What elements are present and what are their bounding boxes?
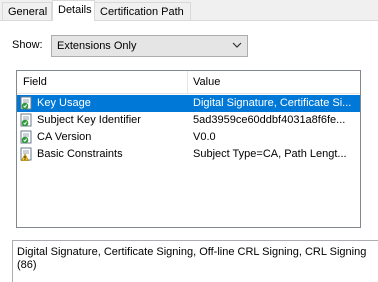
list-row-ca-version[interactable]: CA Version V0.0 <box>17 129 360 146</box>
row-value: 5ad3959ce60ddbf4031a8f6fe... <box>193 114 346 126</box>
list-header: Field Value <box>17 71 360 94</box>
row-field: Key Usage <box>37 97 91 109</box>
tab-general[interactable]: General <box>2 2 52 20</box>
tab-certification-path-label: Certification Path <box>100 6 184 18</box>
certificate-extension-icon <box>20 113 32 127</box>
fields-listview[interactable]: Field Value Key Usage Digital Signature,… <box>16 70 361 228</box>
tab-certification-path[interactable]: Certification Path <box>94 2 191 20</box>
certificate-extension-warning-icon <box>20 147 32 161</box>
show-label: Show: <box>12 39 43 51</box>
row-value: Subject Type=CA, Path Lengt... <box>193 148 347 160</box>
show-dropdown[interactable]: Extensions Only <box>51 35 248 57</box>
field-detail-textbox[interactable]: Digital Signature, Certificate Signing, … <box>12 240 378 282</box>
row-value: V0.0 <box>193 131 216 143</box>
column-divider[interactable] <box>187 71 188 93</box>
tab-general-label: General <box>8 6 48 18</box>
chevron-down-icon <box>232 42 242 48</box>
field-detail-text: Digital Signature, Certificate Signing, … <box>17 246 367 271</box>
column-header-value[interactable]: Value <box>193 76 220 89</box>
tab-strip: General Certification Path Details <box>0 0 378 21</box>
tab-details-label: Details <box>58 4 92 16</box>
row-value: Digital Signature, Certificate Si... <box>193 97 352 109</box>
certificate-details-dialog: General Certification Path Details Show:… <box>0 0 378 282</box>
row-field: Basic Constraints <box>37 148 123 160</box>
list-row-key-usage[interactable]: Key Usage Digital Signature, Certificate… <box>17 95 360 112</box>
row-field: Subject Key Identifier <box>37 114 141 126</box>
certificate-extension-critical-icon <box>20 96 32 110</box>
row-field: CA Version <box>37 131 92 143</box>
show-dropdown-value: Extensions Only <box>57 40 137 52</box>
column-header-field[interactable]: Field <box>23 76 47 89</box>
certificate-extension-icon <box>20 130 32 144</box>
tab-details[interactable]: Details <box>52 0 95 21</box>
list-row-subject-key-identifier[interactable]: Subject Key Identifier 5ad3959ce60ddbf40… <box>17 112 360 129</box>
list-row-basic-constraints[interactable]: Basic Constraints Subject Type=CA, Path … <box>17 146 360 163</box>
